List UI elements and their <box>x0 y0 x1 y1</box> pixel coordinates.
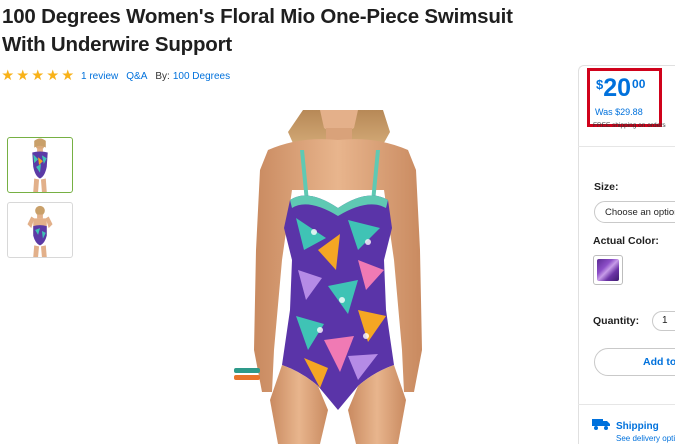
price-currency: $ <box>596 77 604 92</box>
brand-by-label: By: <box>155 70 170 82</box>
add-to-cart-button[interactable]: Add to Cart <box>594 348 675 376</box>
product-title-line-2: With Underwire Support <box>2 33 233 56</box>
divider <box>578 146 675 147</box>
star-icon: ★ <box>61 68 74 84</box>
product-main-image[interactable] <box>208 110 468 444</box>
free-shipping-note: FREE shipping on orders <box>593 122 666 129</box>
size-label: Size: <box>594 181 619 193</box>
product-meta-row: ★ ★ ★ ★ ★ 1 review Q&A By: 100 Degrees <box>0 68 238 84</box>
color-label: Actual Color: <box>593 235 659 247</box>
star-icon: ★ <box>1 68 14 84</box>
star-icon: ★ <box>31 68 44 84</box>
divider <box>578 404 675 405</box>
delivery-options-link[interactable]: See delivery options <box>616 434 675 443</box>
star-icon: ★ <box>46 68 59 84</box>
price-whole: 20 <box>603 74 632 102</box>
qa-link[interactable]: Q&A <box>126 71 147 82</box>
was-price: Was $29.88 <box>595 107 643 117</box>
shipping-title: Shipping <box>616 421 659 432</box>
thumbnail-back[interactable] <box>7 202 73 258</box>
star-icon: ★ <box>16 68 29 84</box>
price-cents: 00 <box>632 77 646 91</box>
reviews-link[interactable]: 1 review <box>81 71 118 82</box>
thumbnail-front[interactable] <box>7 137 73 193</box>
product-title-line-1: 100 Degrees Women's Floral Mio One-Piece… <box>2 5 513 28</box>
current-price: $ 20 00 <box>596 74 645 102</box>
quantity-label: Quantity: <box>593 315 640 327</box>
swimsuit-thumbnail-image <box>32 138 48 192</box>
rating-stars[interactable]: ★ ★ ★ ★ ★ <box>0 68 75 84</box>
truck-icon <box>592 419 610 430</box>
size-select[interactable]: Choose an option <box>594 201 675 223</box>
brand-link[interactable]: 100 Degrees <box>173 71 230 82</box>
product-title: 100 Degrees Women's Floral Mio One-Piece… <box>2 3 562 59</box>
quantity-input[interactable]: 1 <box>652 311 675 331</box>
color-swatch-image <box>597 259 619 281</box>
price-highlight-box: $ 20 00 Was $29.88 <box>587 68 662 127</box>
swimsuit-back-thumbnail-image <box>27 205 53 257</box>
color-swatch[interactable] <box>593 255 623 285</box>
